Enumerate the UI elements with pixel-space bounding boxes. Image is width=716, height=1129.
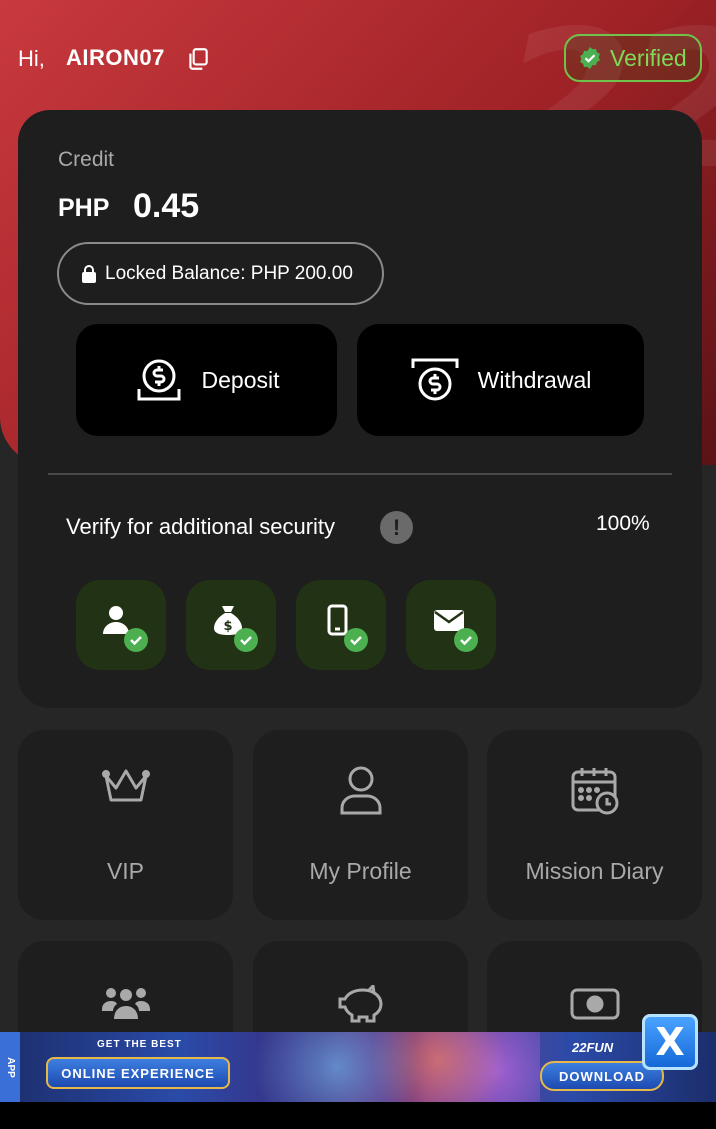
verify-email-button[interactable] (406, 580, 496, 670)
deposit-icon (137, 359, 180, 401)
credit-label: Credit (58, 148, 115, 171)
check-icon (454, 628, 478, 652)
tile-label: VIP (106, 858, 145, 884)
deposit-label: Deposit (201, 366, 280, 393)
tile-label: My Profile (309, 858, 412, 884)
app-tab[interactable]: APP (0, 1032, 20, 1102)
username: AIRON07 (66, 45, 165, 70)
verify-phone-button[interactable] (296, 580, 386, 670)
currency-code: PHP (58, 194, 110, 222)
banner-artwork (250, 1032, 540, 1102)
check-icon (234, 628, 258, 652)
locked-balance-pill[interactable]: Locked Balance: PHP 200.00 (57, 242, 384, 305)
account-page: 22 Hi, AIRON07 Verified Credit PHP 0.45 … (0, 0, 716, 1129)
verified-badge: Verified (564, 34, 702, 82)
copy-icon[interactable] (185, 46, 211, 72)
deposit-button[interactable]: Deposit (76, 324, 337, 436)
banner-brand: 22FUN (572, 1040, 614, 1055)
withdrawal-button[interactable]: Withdrawal (357, 324, 644, 436)
profile-icon (340, 766, 381, 815)
promo-banner[interactable]: APP GET THE BEST ONLINE EXPERIENCE 22FUN… (0, 1032, 716, 1102)
calendar-clock-icon (571, 768, 618, 815)
divider (48, 473, 672, 475)
tile-my-profile[interactable]: My Profile (253, 730, 468, 920)
verify-funds-button[interactable]: $ (186, 580, 276, 670)
withdrawal-label: Withdrawal (477, 366, 592, 393)
info-icon[interactable]: ! (380, 511, 413, 544)
group-icon (101, 988, 150, 1019)
security-percent: 100% (596, 512, 650, 535)
verify-identity-button[interactable] (76, 580, 166, 670)
banner-close-button[interactable]: X (642, 1014, 698, 1070)
crown-icon (101, 769, 150, 802)
account-header: Hi, AIRON07 Verified (0, 34, 716, 84)
security-label: Verify for additional security (66, 514, 336, 539)
credit-amount: 0.45 (133, 187, 200, 225)
banner-headline: GET THE BEST (97, 1039, 182, 1050)
check-icon (344, 628, 368, 652)
cash-icon (570, 988, 619, 1020)
lock-icon (82, 264, 96, 283)
svg-text:$: $ (223, 619, 232, 634)
app-tab-label: APP (4, 1056, 16, 1078)
tile-label: Mission Diary (525, 858, 664, 884)
greeting: Hi, (18, 46, 45, 71)
check-icon (124, 628, 148, 652)
locked-balance-text: Locked Balance: PHP 200.00 (105, 262, 353, 284)
tile-mission-diary[interactable]: Mission Diary (487, 730, 702, 920)
verified-check-icon (580, 47, 600, 69)
tile-vip[interactable]: VIP (18, 730, 233, 920)
wallet-card: Credit PHP 0.45 Locked Balance: PHP 200.… (18, 110, 702, 708)
bottom-bar (0, 1102, 716, 1129)
banner-subline: ONLINE EXPERIENCE (46, 1057, 230, 1089)
piggy-bank-icon (338, 985, 383, 1023)
withdrawal-icon (411, 358, 459, 401)
verified-label: Verified (610, 44, 687, 71)
